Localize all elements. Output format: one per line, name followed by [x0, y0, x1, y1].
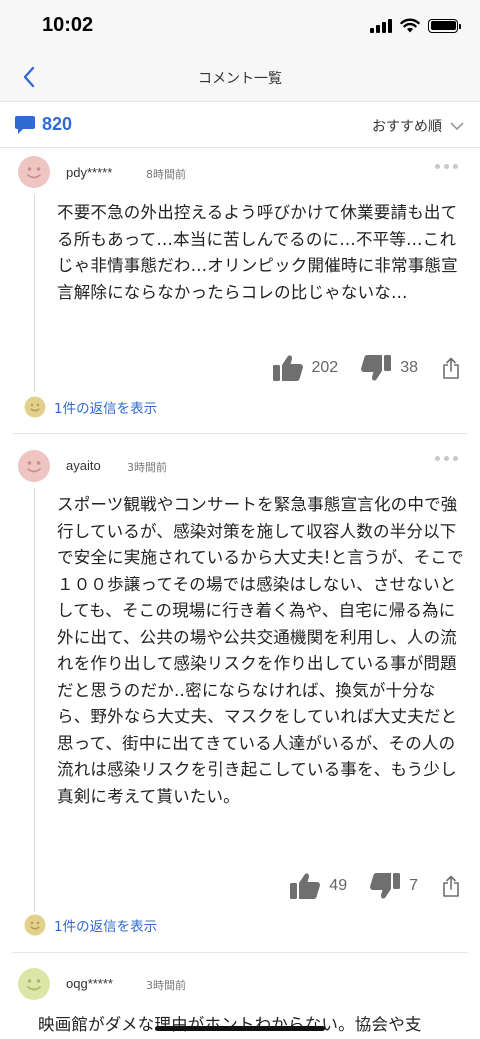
like-button[interactable]: 49 [289, 872, 347, 900]
comment-count[interactable]: 820 [14, 114, 72, 135]
thread-line [34, 194, 35, 392]
avatar [18, 156, 50, 188]
like-count: 49 [329, 877, 348, 894]
speech-bubble-icon [15, 115, 35, 134]
thread-line [34, 488, 35, 912]
battery-icon [428, 18, 461, 33]
smiley-face-icon [27, 979, 41, 991]
share-button[interactable] [442, 875, 460, 897]
smiley-face-icon [27, 167, 41, 179]
chevron-down-icon [450, 122, 464, 130]
dislike-count: 38 [400, 359, 418, 376]
page-title: コメント一覧 [198, 71, 282, 87]
show-replies-label: 1件の返信を表示 [54, 919, 158, 935]
comment-actions: 49 7 [289, 872, 460, 900]
thumbs-up-icon [290, 873, 321, 900]
thumbs-down-icon [361, 354, 392, 381]
home-indicator [155, 1026, 325, 1031]
comment-actions: 202 38 [272, 354, 461, 382]
comment-body: スポーツ観戦やコンサートを緊急事態宣言化の中で強行しているが、感染対策を施して収… [57, 495, 464, 806]
avatar [18, 450, 50, 482]
comment-timestamp: 8時間前 [146, 168, 186, 181]
sort-label: おすすめ順 [372, 119, 442, 135]
more-options-button[interactable] [435, 456, 458, 461]
show-replies-label: 1件の返信を表示 [54, 401, 158, 417]
comment-username[interactable]: oqg***** [66, 976, 113, 991]
comment-item: pdy***** 8時間前 不要不急の外出控えるよう呼びかけて休業要請も出てる所… [0, 148, 480, 434]
wifi-icon [400, 18, 420, 33]
comment-timestamp: 3時間前 [127, 461, 167, 474]
comment-username[interactable]: pdy***** [66, 165, 112, 180]
share-button[interactable] [442, 357, 460, 379]
status-time: 10:02 [42, 14, 94, 36]
share-icon [443, 875, 459, 897]
avatar [18, 968, 50, 1000]
comment-timestamp: 3時間前 [146, 979, 186, 992]
thumbs-up-icon [272, 355, 303, 382]
comment-item: ayaito 3時間前 スポーツ観戦やコンサートを緊急事態宣言化の中で強行してい… [0, 434, 480, 954]
divider [12, 952, 468, 953]
dislike-count: 7 [409, 877, 418, 894]
comment-count-value: 820 [42, 114, 73, 134]
comment-toolbar: 820 おすすめ順 [0, 102, 480, 148]
cellular-signal-icon [370, 18, 392, 33]
smiley-face-icon [24, 914, 46, 936]
share-icon [443, 357, 459, 379]
sort-dropdown[interactable]: おすすめ順 [372, 116, 464, 136]
like-button[interactable]: 202 [272, 354, 339, 382]
comment-username[interactable]: ayaito [66, 458, 101, 473]
comment-body: 不要不急の外出控えるよう呼びかけて休業要請も出てる所もあって…本当に苦しんでるの… [57, 203, 458, 302]
like-count: 202 [311, 359, 339, 376]
dislike-button[interactable]: 38 [360, 354, 418, 382]
dislike-button[interactable]: 7 [369, 872, 418, 900]
show-replies-link[interactable]: 1件の返信を表示 [24, 396, 157, 418]
smiley-face-icon [24, 396, 46, 418]
thumbs-down-icon [370, 872, 401, 899]
status-bar: 10:02 [0, 0, 480, 52]
status-icons [370, 18, 461, 33]
smiley-face-icon [27, 461, 41, 473]
more-options-button[interactable] [435, 164, 458, 169]
show-replies-link[interactable]: 1件の返信を表示 [24, 914, 157, 936]
navigation-bar: コメント一覧 [0, 52, 480, 102]
